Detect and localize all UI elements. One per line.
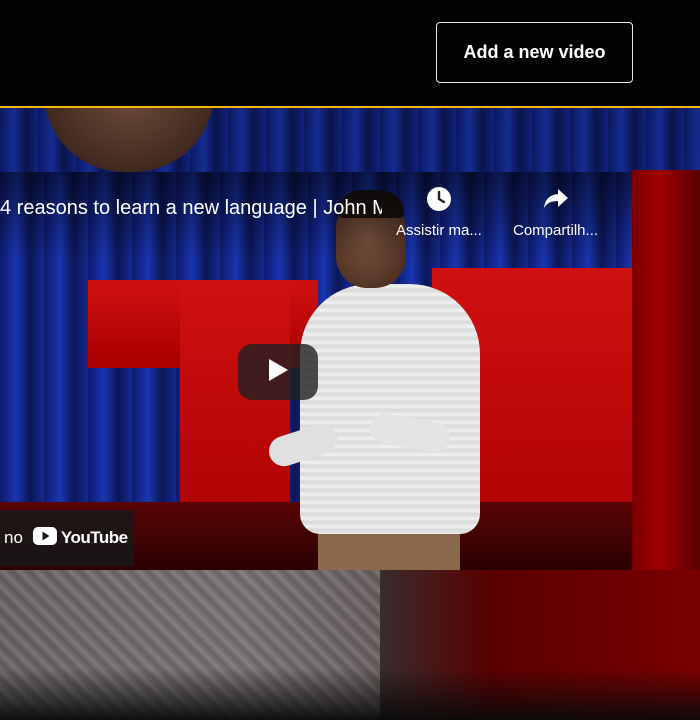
background-fade [0,668,700,720]
video-title[interactable]: 4 reasons to learn a new language | John… [0,197,382,220]
share-label: Compartilh... [513,222,599,239]
youtube-wordmark: YouTube [60,528,128,547]
share-action[interactable]: Compartilh... [513,186,598,239]
speaker-trousers [318,528,460,570]
play-button[interactable] [238,344,318,400]
play-icon [267,358,289,387]
youtube-logo-icon [32,526,57,550]
add-new-video-button[interactable]: Add a new video [436,22,633,83]
watch-on-youtube-badge[interactable]: no YouTube [0,510,134,566]
clock-icon [426,186,452,216]
watch-later-label: Assistir ma... [396,222,482,239]
top-bar: Add a new video [0,0,700,106]
share-arrow-icon [542,186,570,216]
watch-on-prefix: no [4,528,23,547]
embedded-video-player[interactable]: 4 reasons to learn a new language | John… [0,172,632,570]
watch-later-action[interactable]: Assistir ma... [396,186,482,239]
speaker-sweater [300,284,480,534]
